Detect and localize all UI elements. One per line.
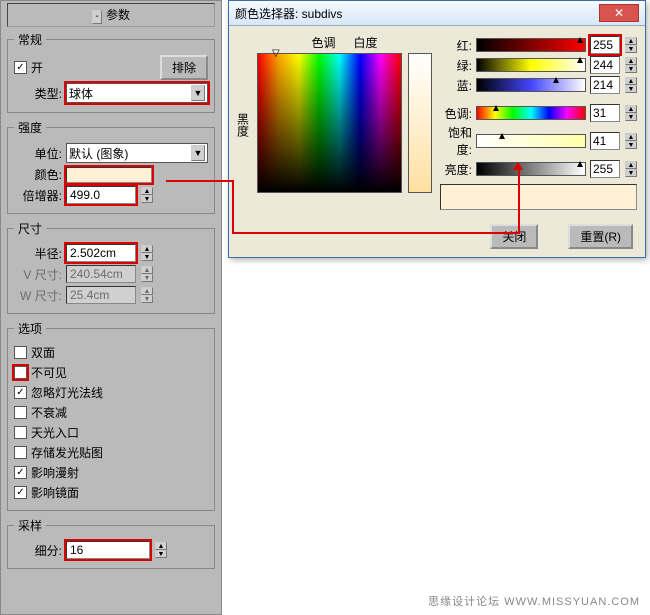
titlebar[interactable]: 颜色选择器: subdivs ✕: [229, 1, 645, 26]
opt-skylight-checkbox[interactable]: [14, 426, 27, 439]
result-swatch[interactable]: [440, 184, 637, 210]
on-label: 开: [31, 59, 43, 76]
w-size-label: W 尺寸:: [14, 287, 62, 304]
subdiv-input[interactable]: 16: [66, 541, 150, 559]
opt-diffuse-label: 影响漫射: [31, 464, 79, 481]
close-button[interactable]: ✕: [599, 4, 639, 22]
blue-spinner[interactable]: ▲▼: [625, 77, 637, 93]
green-slider[interactable]: [476, 58, 586, 72]
legend-intensity: 强度: [14, 119, 46, 136]
type-label: 类型:: [14, 85, 62, 102]
radius-label: 半径:: [14, 245, 62, 262]
blue-slider[interactable]: [476, 78, 586, 92]
sat-value[interactable]: 41: [590, 132, 620, 150]
sat-label: 饱和度:: [440, 124, 472, 158]
exclude-button[interactable]: 排除: [160, 55, 208, 80]
v-size-input: 240.54cm: [66, 265, 136, 283]
close-btn2[interactable]: 关闭: [490, 224, 538, 249]
hue-label: 色调: [311, 34, 335, 51]
val-spinner[interactable]: ▲▼: [625, 161, 637, 177]
color-label: 颜色:: [14, 166, 62, 183]
panel-title: -参数: [7, 3, 215, 27]
color-field[interactable]: ▽: [257, 53, 402, 193]
blue-label: 蓝:: [440, 77, 472, 94]
opt-ignorenormals-checkbox[interactable]: ✓: [14, 386, 27, 399]
annotation-line: [166, 180, 232, 182]
annotation-line: [518, 168, 520, 234]
v-spinner: ▲▼: [141, 266, 153, 282]
group-intensity: 强度 单位: 默认 (图象) ▼ 颜色: 倍增器: 499.0 ▲▼: [7, 119, 215, 214]
blackness-label: 黑度: [237, 34, 249, 216]
rgb-sliders: 红: 255 ▲▼ 绿: 244 ▲▼ 蓝: 214 ▲▼ 色调: 31 ▲▼ 饱和度: 41 ▲▼…: [440, 34, 637, 216]
opt-invisible-label: 不可见: [31, 364, 67, 381]
unit-dropdown[interactable]: 默认 (图象) ▼: [66, 143, 208, 163]
red-spinner[interactable]: ▲▼: [625, 37, 637, 53]
green-value[interactable]: 244: [590, 56, 620, 74]
opt-doublesided-label: 双面: [31, 344, 55, 361]
whiteness-label: 白度: [354, 34, 378, 51]
v-size-label: V 尺寸:: [14, 266, 62, 283]
red-label: 红:: [440, 37, 472, 54]
unit-label: 单位:: [14, 145, 62, 162]
on-checkbox[interactable]: ✓: [14, 61, 27, 74]
chevron-down-icon: ▼: [191, 85, 205, 101]
params-panel: -参数 常规 ✓ 开 排除 类型: 球体 ▼ 强度 单位: 默认 (图象) ▼ …: [0, 0, 222, 615]
watermark: 思缘设计论坛 WWW.MISSYUAN.COM: [428, 593, 640, 609]
blue-value[interactable]: 214: [590, 76, 620, 94]
reset-btn[interactable]: 重置(R): [568, 224, 633, 249]
val-slider[interactable]: [476, 162, 586, 176]
radius-spinner[interactable]: ▲▼: [141, 245, 153, 261]
opt-doublesided-checkbox[interactable]: [14, 346, 27, 359]
val-label: 亮度:: [440, 161, 472, 178]
green-spinner[interactable]: ▲▼: [625, 57, 637, 73]
sat-slider[interactable]: [476, 134, 586, 148]
group-size: 尺寸 半径: 2.502cm ▲▼ V 尺寸: 240.54cm ▲▼ W 尺寸…: [7, 220, 215, 314]
group-options: 选项 双面 不可见 ✓忽略灯光法线 不衰减 天光入口 存储发光贴图 ✓影响漫射 …: [7, 320, 215, 511]
val-value[interactable]: 255: [590, 160, 620, 178]
green-label: 绿:: [440, 57, 472, 74]
multiplier-label: 倍增器:: [14, 187, 62, 204]
legend-size: 尺寸: [14, 220, 46, 237]
opt-diffuse-checkbox[interactable]: ✓: [14, 466, 27, 479]
red-slider[interactable]: [476, 38, 586, 52]
opt-invisible-checkbox[interactable]: [14, 366, 27, 379]
red-value[interactable]: 255: [590, 36, 620, 54]
group-general: 常规 ✓ 开 排除 类型: 球体 ▼: [7, 31, 215, 113]
legend-sampling: 采样: [14, 517, 46, 534]
color-swatch[interactable]: [66, 167, 152, 183]
legend-general: 常规: [14, 31, 46, 48]
hue-label2: 色调:: [440, 105, 472, 122]
opt-skylight-label: 天光入口: [31, 424, 79, 441]
opt-specular-checkbox[interactable]: ✓: [14, 486, 27, 499]
opt-nodecay-label: 不衰减: [31, 404, 67, 421]
subdiv-label: 细分:: [14, 542, 62, 559]
whiteness-strip[interactable]: [408, 53, 432, 193]
chevron-down-icon: ▼: [191, 145, 205, 161]
color-selector-window: 颜色选择器: subdivs ✕ 黑度 色调 白度 ▽ 红: 255 ▲▼ 绿: 244…: [228, 0, 646, 258]
subdiv-spinner[interactable]: ▲▼: [155, 542, 167, 558]
opt-specular-label: 影响镜面: [31, 484, 79, 501]
opt-nodecay-checkbox[interactable]: [14, 406, 27, 419]
multiplier-spinner[interactable]: ▲▼: [141, 187, 153, 203]
radius-input[interactable]: 2.502cm: [66, 244, 136, 262]
hue-value[interactable]: 31: [590, 104, 620, 122]
group-sampling: 采样 细分: 16 ▲▼: [7, 517, 215, 569]
annotation-line: [232, 232, 518, 234]
hue-slider[interactable]: [476, 106, 586, 120]
annotation-line: [232, 180, 234, 232]
arrow-icon: [513, 162, 523, 170]
window-title: 颜色选择器: subdivs: [235, 5, 591, 22]
opt-ignorenormals-label: 忽略灯光法线: [31, 384, 103, 401]
opt-storemap-label: 存储发光贴图: [31, 444, 103, 461]
multiplier-input[interactable]: 499.0: [66, 186, 136, 204]
hue-spinner[interactable]: ▲▼: [625, 105, 637, 121]
sat-spinner[interactable]: ▲▼: [625, 133, 637, 149]
type-dropdown[interactable]: 球体 ▼: [66, 83, 208, 103]
w-size-input: 25.4cm: [66, 286, 136, 304]
opt-storemap-checkbox[interactable]: [14, 446, 27, 459]
w-spinner: ▲▼: [141, 287, 153, 303]
collapse-icon[interactable]: -: [92, 10, 102, 24]
legend-options: 选项: [14, 320, 46, 337]
